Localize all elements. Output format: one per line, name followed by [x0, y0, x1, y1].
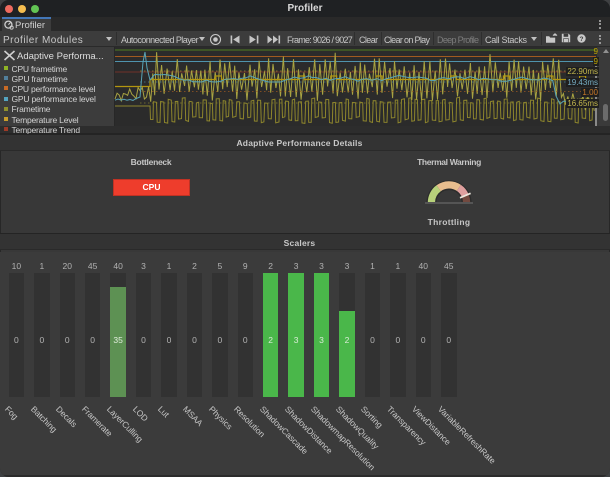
svg-text:?: ?	[580, 36, 584, 43]
